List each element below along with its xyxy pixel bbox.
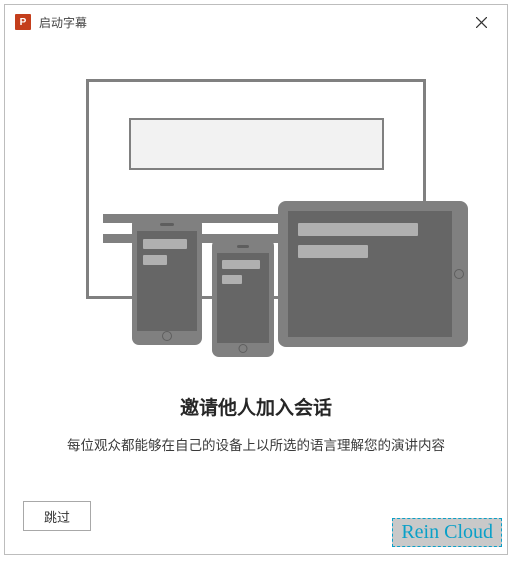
content-area: 邀请他人加入会话 每位观众都能够在自己的设备上以所选的语言理解您的演讲内容 [5, 39, 507, 492]
phone-icon [132, 217, 202, 345]
heading: 邀请他人加入会话 [180, 393, 332, 420]
footer: 跳过 [5, 492, 507, 554]
phone-icon [212, 239, 274, 357]
devices-illustration [66, 79, 446, 369]
skip-button[interactable]: 跳过 [23, 501, 91, 531]
close-button[interactable] [463, 9, 499, 35]
dialog: P 启动字幕 [4, 4, 508, 555]
dialog-title: 启动字幕 [39, 14, 463, 31]
titlebar: P 启动字幕 [5, 5, 507, 39]
description: 每位观众都能够在自己的设备上以所选的语言理解您的演讲内容 [67, 434, 445, 454]
close-icon [476, 17, 487, 28]
tablet-icon [278, 201, 468, 347]
powerpoint-icon: P [15, 14, 31, 30]
